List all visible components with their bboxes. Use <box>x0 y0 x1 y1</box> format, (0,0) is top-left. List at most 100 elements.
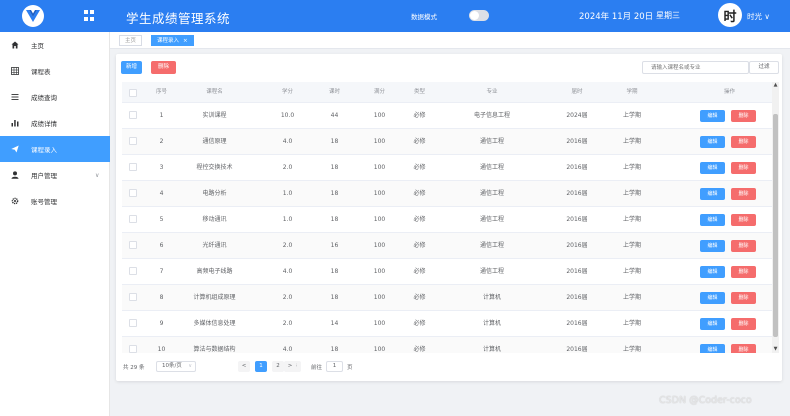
tab-home[interactable]: 主页 <box>119 35 143 46</box>
edit-button[interactable]: 编辑 <box>700 162 725 174</box>
menu-grid-icon[interactable] <box>84 10 96 22</box>
row-checkbox[interactable] <box>129 319 137 327</box>
delete-button[interactable]: 删除 <box>731 266 756 278</box>
sidebar-item-score-query[interactable]: 成绩查询 <box>0 84 110 110</box>
page-size-select[interactable]: 10条/页 ∨ <box>156 361 196 372</box>
cell-full: 100 <box>373 216 386 223</box>
cell-credit: 4.0 <box>282 138 293 145</box>
filter-button[interactable]: 过滤 <box>749 61 779 74</box>
tabs-bar: 主页 课程录入 × <box>110 32 790 49</box>
cell-no: 2 <box>159 138 164 145</box>
cell-full: 100 <box>373 242 386 249</box>
sidebar-item-user-management[interactable]: 用户管理 ∨ <box>0 162 110 188</box>
delete-button[interactable]: 删除 <box>731 214 756 226</box>
scroll-down-arrow-icon[interactable]: ▼ <box>772 346 779 353</box>
cell-type: 必修 <box>413 268 426 275</box>
table-row: 10 算法与数据结构 4.0 18 100 必修 计算机 2016届 上学期 编辑 删除 <box>122 337 772 353</box>
sidebar-item-label: 主页 <box>31 42 44 50</box>
sidebar-item-home[interactable]: 主页 <box>0 32 110 58</box>
delete-button[interactable]: 删除 <box>731 136 756 148</box>
sidebar-item-account-management[interactable]: 账号管理 <box>0 188 110 214</box>
sidebar-item-course-entry[interactable]: 课程录入 <box>0 136 110 162</box>
next-page-button[interactable]: > <box>284 361 296 372</box>
user-icon <box>10 171 19 180</box>
delete-button[interactable]: 删除 <box>731 292 756 304</box>
cell-grade: 2016届 <box>566 190 588 197</box>
delete-button[interactable]: 删除 <box>731 344 756 353</box>
edit-button[interactable]: 编辑 <box>700 344 725 353</box>
edit-button[interactable]: 编辑 <box>700 292 725 304</box>
edit-button[interactable]: 编辑 <box>700 110 725 122</box>
edit-button[interactable]: 编辑 <box>700 214 725 226</box>
avatar[interactable]: 时 <box>718 3 742 27</box>
cell-full: 100 <box>373 190 386 197</box>
delete-button[interactable]: 删除 <box>731 240 756 252</box>
cell-term: 上学期 <box>622 294 641 301</box>
cell-grade: 2016届 <box>566 164 588 171</box>
vue-logo-icon <box>22 5 44 27</box>
goto-page-input[interactable]: 1 <box>326 361 343 372</box>
cell-no: 10 <box>157 346 166 353</box>
scroll-up-arrow-icon[interactable]: ▲ <box>772 82 779 89</box>
table-scrollbar[interactable]: ▲ ▼ <box>772 82 779 353</box>
close-icon[interactable]: × <box>183 38 188 44</box>
cell-no: 8 <box>159 294 164 301</box>
table-row: 3 程控交换技术 2.0 18 100 必修 通信工程 2016届 上学期 编辑 删除 <box>122 155 772 181</box>
cell-hours: 18 <box>330 190 339 197</box>
delete-button[interactable]: 删除 <box>731 110 756 122</box>
sidebar-item-label: 课程表 <box>31 68 51 76</box>
cell-credit: 2.0 <box>282 164 293 171</box>
delete-button[interactable]: 删除 <box>731 162 756 174</box>
row-checkbox[interactable] <box>129 215 137 223</box>
page-1-button[interactable]: 1 <box>255 361 267 372</box>
cell-hours: 18 <box>330 164 339 171</box>
cell-major: 电子信息工程 <box>473 112 510 119</box>
cell-no: 4 <box>159 190 164 197</box>
edit-button[interactable]: 编辑 <box>700 318 725 330</box>
cell-type: 必修 <box>413 320 426 327</box>
batch-delete-button[interactable]: 删除 <box>151 61 176 74</box>
cell-major: 计算机 <box>482 294 501 301</box>
table-row: 2 通信原理 4.0 18 100 必修 通信工程 2016届 上学期 编辑 删除 <box>122 129 772 155</box>
edit-button[interactable]: 编辑 <box>700 240 725 252</box>
cell-major: 通信工程 <box>479 242 504 249</box>
cell-name: 计算机组成原理 <box>193 294 236 301</box>
cell-type: 必修 <box>413 112 426 119</box>
mode-toggle[interactable] <box>469 10 489 21</box>
cell-hours: 14 <box>330 320 339 327</box>
cell-grade: 2016届 <box>566 216 588 223</box>
row-checkbox[interactable] <box>129 163 137 171</box>
cell-name: 高频电子线路 <box>196 268 233 275</box>
search-input[interactable] <box>642 61 749 74</box>
delete-button[interactable]: 删除 <box>731 188 756 200</box>
row-checkbox[interactable] <box>129 137 137 145</box>
cell-full: 100 <box>373 138 386 145</box>
sidebar-item-label: 成绩详情 <box>31 120 57 128</box>
cell-type: 必修 <box>413 216 426 223</box>
row-checkbox[interactable] <box>129 241 137 249</box>
tab-course-entry[interactable]: 课程录入 × <box>151 35 194 46</box>
edit-button[interactable]: 编辑 <box>700 266 725 278</box>
row-checkbox[interactable] <box>129 293 137 301</box>
prev-page-button[interactable]: < <box>238 361 250 372</box>
edit-button[interactable]: 编辑 <box>700 136 725 148</box>
add-button[interactable]: 新增 <box>121 61 142 74</box>
user-menu[interactable]: 时光 ∨ <box>747 11 770 22</box>
delete-button[interactable]: 删除 <box>731 318 756 330</box>
row-checkbox[interactable] <box>129 111 137 119</box>
cell-major: 通信工程 <box>479 138 504 145</box>
row-checkbox[interactable] <box>129 189 137 197</box>
edit-button[interactable]: 编辑 <box>700 188 725 200</box>
row-checkbox[interactable] <box>129 345 137 353</box>
home-icon <box>10 41 19 50</box>
row-checkbox[interactable] <box>129 267 137 275</box>
page-2-button[interactable]: 2 <box>272 361 284 372</box>
scroll-thumb[interactable] <box>773 114 778 337</box>
sidebar-item-schedule[interactable]: 课程表 <box>0 58 110 84</box>
cell-term: 上学期 <box>622 346 641 353</box>
cell-credit: 2.0 <box>282 242 293 249</box>
current-weekday: 星期三 <box>656 11 680 20</box>
cell-grade: 2024届 <box>566 112 588 119</box>
goto-label: 前往 <box>311 365 323 371</box>
sidebar-item-score-detail[interactable]: 成绩详情 <box>0 110 110 136</box>
